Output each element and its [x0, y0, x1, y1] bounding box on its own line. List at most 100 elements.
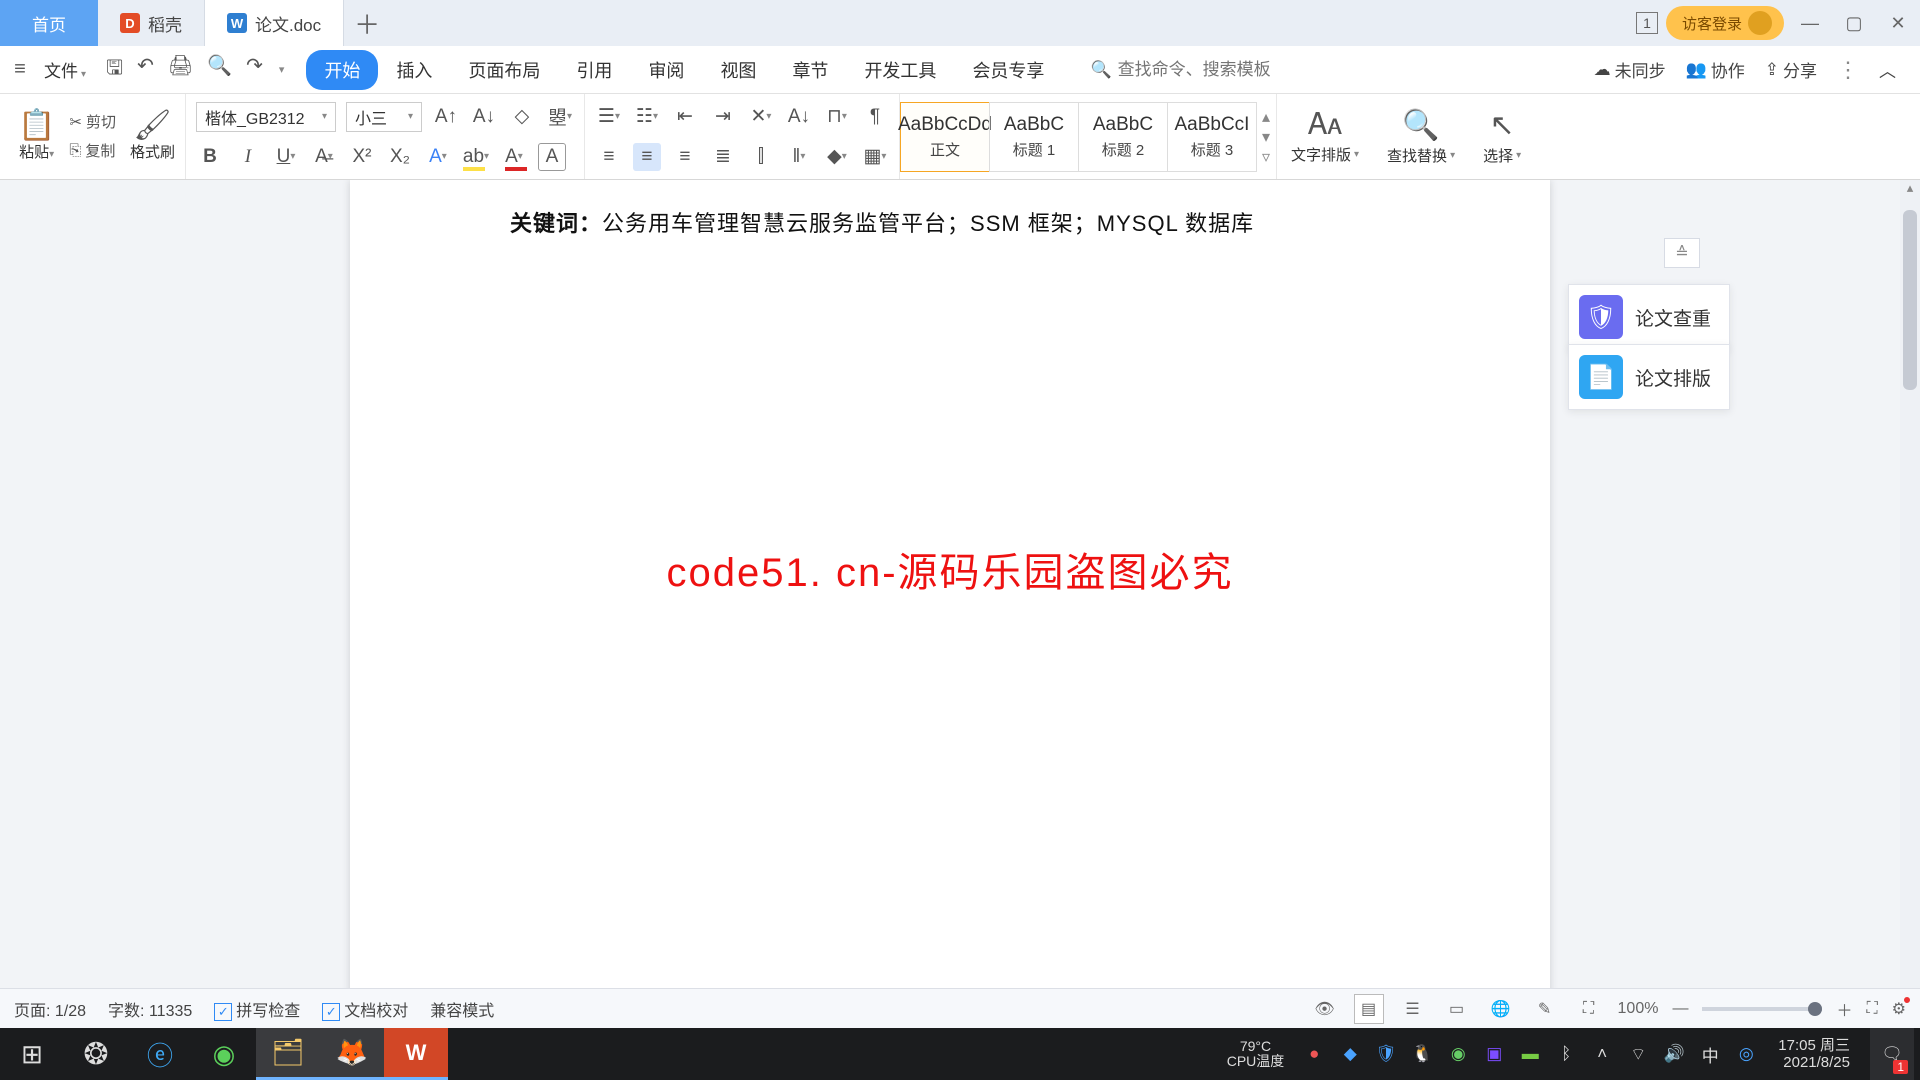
shrink-font-icon[interactable]: A↓: [470, 103, 498, 131]
tab-home[interactable]: 首页: [0, 0, 98, 46]
cut-button[interactable]: ✂ 剪切: [69, 111, 116, 132]
proofread[interactable]: ✓文档校对: [322, 997, 408, 1021]
vertical-scrollbar[interactable]: ▴ ▾: [1900, 180, 1920, 1016]
tray-icon-2[interactable]: ◆: [1338, 1044, 1362, 1064]
task-app-icon[interactable]: 🦊: [320, 1028, 384, 1080]
action-center-icon[interactable]: 🗨1: [1870, 1028, 1914, 1080]
styles-down-icon[interactable]: ▾: [1262, 127, 1270, 147]
clear-format-icon[interactable]: ◇: [508, 103, 536, 131]
zoom-slider[interactable]: [1702, 1007, 1822, 1011]
tray-icon-1[interactable]: ●: [1302, 1044, 1326, 1064]
sort-button[interactable]: A↓: [785, 103, 813, 131]
format-painter-icon[interactable]: 🖌: [133, 111, 171, 141]
text-layout-button[interactable]: 🗛 文字排版▾: [1277, 94, 1373, 179]
paper-layout-card[interactable]: 📄 论文排版: [1568, 344, 1730, 410]
minimize-button[interactable]: —: [1792, 5, 1828, 41]
paper-check-card[interactable]: 🛡 论文查重: [1568, 284, 1730, 350]
tab-page-layout[interactable]: 页面布局: [450, 50, 558, 90]
bullets-button[interactable]: ☰▾: [595, 103, 623, 131]
task-360-icon[interactable]: ◉: [192, 1028, 256, 1080]
scroll-up-icon[interactable]: ▴: [1900, 180, 1920, 200]
more-menu-icon[interactable]: ⋮: [1837, 57, 1859, 83]
tab-add-button[interactable]: ＋: [344, 5, 390, 42]
command-search[interactable]: 🔍: [1090, 60, 1317, 80]
subscript-button[interactable]: X₂: [386, 143, 414, 171]
view-outline-icon[interactable]: ☰: [1398, 994, 1428, 1024]
view-read-icon[interactable]: ▭: [1442, 994, 1472, 1024]
font-color-button[interactable]: A▾: [500, 143, 528, 171]
wifi-icon[interactable]: ⌔: [1626, 1044, 1650, 1065]
fit-width-icon[interactable]: ⛶: [1574, 994, 1604, 1024]
grow-font-icon[interactable]: A↑: [432, 103, 460, 131]
sync-status[interactable]: ☁ 未同步: [1594, 57, 1666, 82]
paste-icon[interactable]: 📋: [18, 111, 55, 141]
guest-login-button[interactable]: 访客登录: [1666, 6, 1784, 40]
superscript-button[interactable]: X²: [348, 143, 376, 171]
print-icon[interactable]: 🖨: [168, 53, 193, 87]
redo-icon[interactable]: ↷: [246, 53, 263, 87]
tab-view[interactable]: 视图: [702, 50, 774, 90]
underline-button[interactable]: U▾: [272, 143, 300, 171]
align-right-button[interactable]: ≡: [671, 143, 699, 171]
collapse-ribbon-icon[interactable]: ︿: [1879, 57, 1896, 82]
style-normal[interactable]: AaBbCcDd正文: [900, 102, 990, 172]
tray-icon-6[interactable]: ▣: [1482, 1044, 1506, 1064]
distribute-button[interactable]: ⫿: [747, 143, 775, 171]
save-icon[interactable]: 🖫: [106, 53, 123, 87]
file-menu[interactable]: 文件▾: [38, 57, 92, 82]
zoom-out-button[interactable]: —: [1672, 1000, 1688, 1018]
spell-check[interactable]: ✓拼写检查: [214, 997, 300, 1021]
task-wps-icon[interactable]: W: [384, 1028, 448, 1080]
scrollbar-thumb[interactable]: [1903, 210, 1917, 390]
tab-review[interactable]: 审阅: [630, 50, 702, 90]
tray-icon-3[interactable]: 🛡: [1374, 1044, 1398, 1064]
close-button[interactable]: ✕: [1880, 5, 1916, 41]
tray-icon-4[interactable]: 🐧: [1410, 1044, 1434, 1064]
collab-button[interactable]: 👥 协作: [1686, 57, 1745, 82]
tray-icon-8[interactable]: ◎: [1734, 1044, 1758, 1064]
borders-button[interactable]: ▦▾: [861, 143, 889, 171]
tab-insert[interactable]: 插入: [378, 50, 450, 90]
word-count[interactable]: 字数: 11335: [108, 997, 192, 1021]
italic-button[interactable]: I: [234, 143, 262, 171]
line-spacing-button[interactable]: ‖▾: [785, 143, 813, 171]
font-size-select[interactable]: 小三▾: [346, 102, 422, 132]
highlight-button[interactable]: ab▾: [462, 143, 490, 171]
numbering-button[interactable]: ☷▾: [633, 103, 661, 131]
show-marks-button[interactable]: ¶: [861, 103, 889, 131]
tray-chevron-icon[interactable]: ˄: [1590, 1044, 1614, 1064]
text-effect-button[interactable]: A▾: [424, 143, 452, 171]
align-center-button[interactable]: ≡: [633, 143, 661, 171]
tab-reference[interactable]: 引用: [558, 50, 630, 90]
undo-icon[interactable]: ↶: [137, 53, 154, 87]
workspace-count[interactable]: 1: [1636, 12, 1658, 34]
bluetooth-icon[interactable]: ᛒ: [1554, 1044, 1578, 1064]
document-page[interactable]: 关键词：公务用车管理智慧云服务监管平台；SSM 框架；MYSQL 数据库 cod…: [350, 180, 1550, 1016]
justify-button[interactable]: ≣: [709, 143, 737, 171]
copy-button[interactable]: ⎘ 复制: [69, 140, 116, 161]
strikethrough-button[interactable]: A̶▾: [310, 143, 338, 171]
tab-dev-tools[interactable]: 开发工具: [846, 50, 954, 90]
settings-cog-icon[interactable]: ⚙: [1892, 999, 1906, 1019]
align-left-button[interactable]: ≡: [595, 143, 623, 171]
command-search-input[interactable]: [1118, 60, 1318, 80]
zoom-in-button[interactable]: ＋: [1836, 997, 1852, 1021]
style-heading3[interactable]: AaBbCcI标题 3: [1167, 102, 1257, 172]
task-ie-icon[interactable]: ⓔ: [128, 1028, 192, 1080]
font-family-select[interactable]: 楷体_GB2312▾: [196, 102, 336, 132]
tab-stops-button[interactable]: ⊓▾: [823, 103, 851, 131]
volume-icon[interactable]: 🔊: [1662, 1044, 1686, 1064]
bold-button[interactable]: B: [196, 143, 224, 171]
zoom-value[interactable]: 100%: [1618, 1000, 1659, 1018]
char-border-button[interactable]: A: [538, 143, 566, 171]
view-web-icon[interactable]: 🌐: [1486, 994, 1516, 1024]
cpu-temp-widget[interactable]: 79°CCPU温度: [1227, 1039, 1285, 1070]
style-heading2[interactable]: AaBbC标题 2: [1078, 102, 1168, 172]
share-button[interactable]: ⇪ 分享: [1765, 57, 1817, 82]
style-heading1[interactable]: AaBbC标题 1: [989, 102, 1079, 172]
maximize-button[interactable]: ▢: [1836, 5, 1872, 41]
find-replace-button[interactable]: 🔍 查找替换▾: [1373, 94, 1469, 179]
start-button[interactable]: ⊞: [0, 1028, 64, 1080]
styles-up-icon[interactable]: ▴: [1262, 107, 1270, 127]
tray-icon-7[interactable]: ▬: [1518, 1044, 1542, 1064]
